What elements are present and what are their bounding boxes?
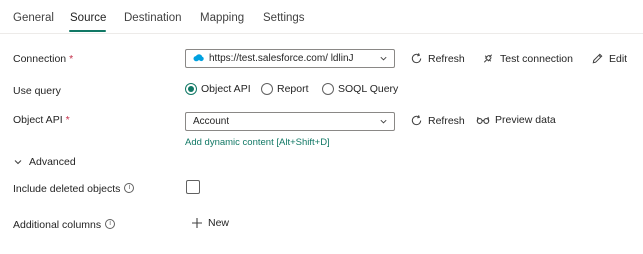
required-mark: * — [65, 114, 70, 126]
radio-object-api[interactable]: Object API — [185, 83, 251, 95]
edit-connection-label: Edit — [609, 52, 628, 65]
additional-columns-label-text: Additional columns — [13, 219, 102, 231]
tab-settings[interactable]: Settings — [263, 12, 305, 24]
chevron-down-icon — [380, 119, 387, 124]
refresh-icon — [411, 53, 422, 64]
connection-refresh-button[interactable]: Refresh — [410, 52, 465, 65]
object-api-label-text: Object API — [13, 114, 63, 126]
add-column-label: New — [208, 217, 230, 229]
test-connection-button[interactable]: Test connection — [481, 52, 573, 65]
plug-icon — [483, 54, 493, 63]
radio-circle — [261, 83, 273, 95]
advanced-toggle[interactable]: Advanced — [13, 156, 76, 168]
connection-select[interactable]: https://test.salesforce.com/ ldlinJ — [185, 49, 395, 68]
radio-report[interactable]: Report — [261, 83, 309, 95]
include-deleted-label-text: Include deleted objects — [13, 183, 121, 195]
radio-soql-query-label: SOQL Query — [338, 83, 399, 95]
tab-source[interactable]: Source — [70, 12, 106, 24]
connection-label-text: Connection — [13, 53, 67, 65]
radio-soql-query[interactable]: SOQL Query — [322, 83, 398, 95]
tab-mapping[interactable]: Mapping — [200, 12, 244, 24]
connection-label: Connection * — [13, 53, 73, 65]
salesforce-cloud-icon — [193, 53, 204, 65]
chevron-down-icon — [380, 56, 387, 61]
radio-report-label: Report — [277, 83, 309, 95]
object-api-refresh-label: Refresh — [428, 114, 465, 127]
tab-destination[interactable]: Destination — [124, 12, 182, 24]
preview-data-button[interactable]: Preview data — [476, 114, 556, 126]
edit-connection-button[interactable]: Edit — [591, 52, 627, 65]
info-icon[interactable]: i — [105, 219, 116, 230]
info-icon[interactable]: i — [124, 183, 135, 194]
radio-object-api-label: Object API — [201, 83, 251, 95]
tabs-divider — [0, 33, 643, 34]
preview-data-label: Preview data — [495, 114, 556, 126]
include-deleted-checkbox[interactable] — [186, 180, 200, 194]
active-tab-indicator — [69, 30, 106, 32]
plus-icon — [192, 218, 202, 228]
object-api-refresh-button[interactable]: Refresh — [410, 114, 465, 127]
object-api-label: Object API * — [13, 114, 70, 126]
chevron-down-icon — [14, 160, 22, 165]
object-api-select[interactable]: Account — [185, 112, 395, 131]
radio-circle — [322, 83, 334, 95]
required-mark: * — [69, 53, 74, 65]
test-connection-label: Test connection — [500, 52, 573, 65]
include-deleted-label: Include deleted objects i — [13, 183, 135, 195]
connection-value: https://test.salesforce.com/ ldlinJ — [209, 53, 354, 64]
glasses-icon — [476, 116, 490, 124]
tab-general[interactable]: General — [13, 12, 54, 24]
additional-columns-label: Additional columns i — [13, 219, 116, 231]
advanced-label: Advanced — [29, 156, 76, 168]
object-api-value: Account — [193, 116, 230, 127]
add-dynamic-content-link[interactable]: Add dynamic content [Alt+Shift+D] — [185, 137, 330, 148]
add-column-button[interactable]: New — [191, 217, 229, 229]
refresh-icon — [411, 115, 422, 126]
radio-circle-selected — [185, 83, 197, 95]
connection-refresh-label: Refresh — [428, 52, 465, 65]
pencil-icon — [592, 53, 603, 64]
use-query-label: Use query — [13, 85, 61, 97]
